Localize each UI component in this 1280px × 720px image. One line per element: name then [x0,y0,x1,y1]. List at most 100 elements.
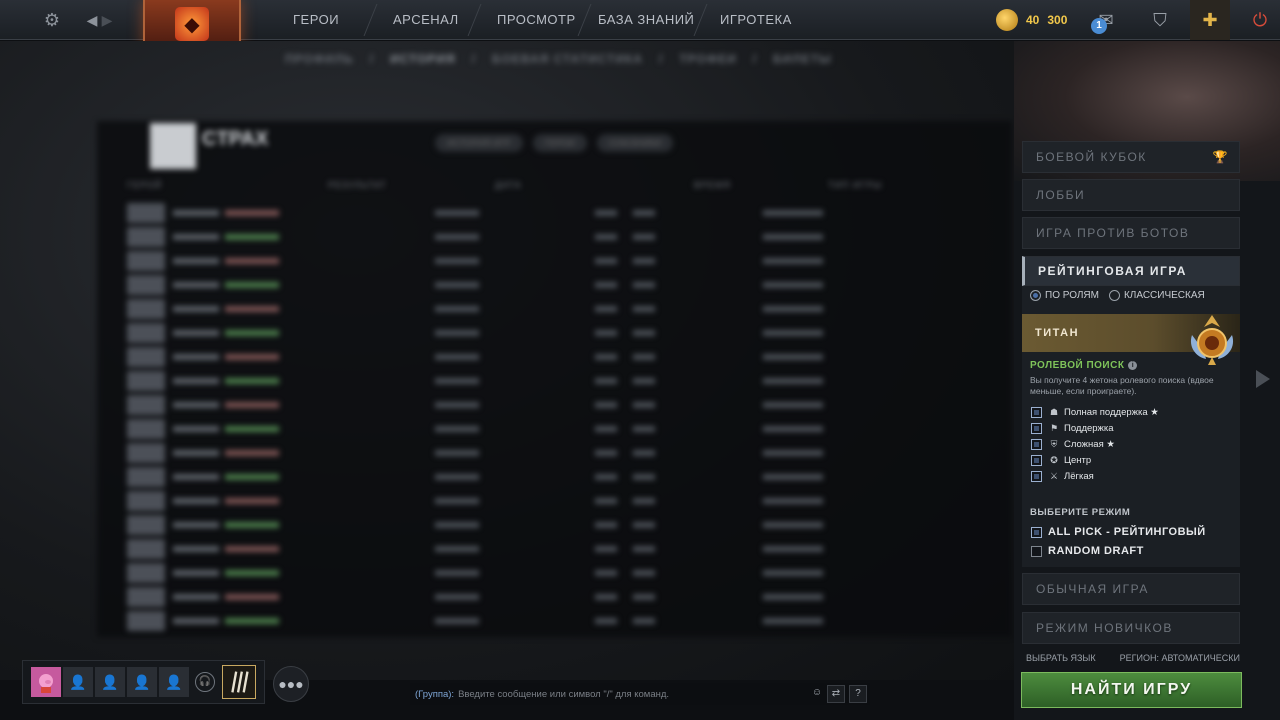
blurred-cell [435,450,479,456]
nav-arcade[interactable]: ИГРОТЕКА [720,0,792,40]
chat-bar[interactable]: (Группа): Введите сообщение или символ "… [410,683,870,705]
blurred-cell [173,426,219,432]
subnav-battle-stats[interactable]: БОЕВАЯ СТАТИСТИКА [492,52,643,66]
hero-thumbnail [127,443,165,463]
table-row[interactable] [127,299,1007,319]
role-checkbox[interactable] [1031,470,1042,482]
region-select-link[interactable]: РЕГИОН: АВТОМАТИЧЕСКИ [1120,653,1240,663]
party-slot-empty[interactable]: 👤 [63,667,93,697]
settings-gear-icon[interactable]: ⚙ [40,8,64,32]
profile-subnav: ПРОФИЛЬ / ИСТОРИЯ / БОЕВАЯ СТАТИСТИКА / … [285,52,832,66]
rank-tier-badge-icon[interactable] [222,665,256,699]
role-option[interactable]: ☗ Полная поддержка ★ [1031,405,1159,419]
party-group-icon[interactable]: ●●● [273,666,309,702]
blurred-cell [633,258,655,264]
role-checkbox[interactable] [1031,454,1042,466]
subnav-trophies[interactable]: ТРОФЕИ [679,52,736,66]
voice-headset-icon[interactable]: 🎧 [195,672,215,692]
power-exit-icon[interactable]: ⏻ [1240,0,1280,40]
emoji-smiley-icon[interactable]: ☺ [808,685,826,703]
hero-thumbnail [127,275,165,295]
mode-ranked[interactable]: РЕЙТИНГОВАЯ ИГРА [1022,256,1240,286]
table-row[interactable] [127,491,1007,511]
table-row[interactable] [127,395,1007,415]
role-checkbox[interactable] [1031,406,1042,418]
role-option[interactable]: ⚔ Лёгкая [1031,469,1094,483]
armory-shield-icon[interactable]: ⛉ [1140,0,1180,40]
tab-allies[interactable]: СОЮЗНИКИ [596,134,674,152]
subnav-history[interactable]: ИСТОРИЯ [390,52,456,66]
column-header-hero: ГЕРОЙ [127,180,163,190]
table-row[interactable] [127,419,1007,439]
find-game-button[interactable]: НАЙТИ ИГРУ [1021,672,1242,708]
role-option[interactable]: ⛨ Сложная ★ [1031,437,1115,451]
subnav-profile[interactable]: ПРОФИЛЬ [285,52,354,66]
table-row[interactable] [127,371,1007,391]
table-row[interactable] [127,443,1007,463]
chat-channel-label[interactable]: (Группа): [415,689,454,700]
mode-unranked[interactable]: ОБЫЧНАЯ ИГРА [1022,573,1240,605]
role-option[interactable]: ✪ Центр [1031,453,1091,467]
table-row[interactable] [127,227,1007,247]
blurred-cell [633,234,655,240]
user-placeholder-icon: 👤 [101,673,119,690]
table-row[interactable] [127,515,1007,535]
table-row[interactable] [127,323,1007,343]
hero-thumbnail [127,395,165,415]
nav-heroes[interactable]: ГЕРОИ [293,0,339,40]
nav-arsenal[interactable]: АРСЕНАЛ [393,0,459,40]
game-mode-option[interactable]: RANDOM DRAFT [1031,544,1144,558]
table-row[interactable] [127,467,1007,487]
radio-roles[interactable] [1030,290,1041,301]
party-slot-empty[interactable]: 👤 [159,667,189,697]
mode-bots[interactable]: ИГРА ПРОТИВ БОТОВ [1022,217,1240,249]
info-icon[interactable]: i [1128,361,1138,370]
table-row[interactable] [127,587,1007,607]
hero-thumbnail [127,491,165,511]
blurred-cell [763,306,823,312]
mode-battle-cup[interactable]: БОЕВОЙ КУБОК 🏆 [1022,141,1240,173]
table-row[interactable] [127,251,1007,271]
mode-lobby[interactable]: ЛОББИ [1022,179,1240,211]
nav-knowledge-base[interactable]: БАЗА ЗНАНИЙ [598,0,694,40]
table-row[interactable] [127,203,1007,223]
table-row[interactable] [127,347,1007,367]
blurred-cell [173,330,219,336]
radio-classic[interactable] [1108,290,1120,301]
blurred-cell [633,306,655,312]
role-option[interactable]: ⚑ Поддержка [1031,421,1114,435]
table-row[interactable] [127,563,1007,583]
table-row[interactable] [127,539,1007,559]
blurred-cell [633,546,655,552]
subnav-separator: / [471,52,477,66]
nav-separator [467,4,482,36]
table-row[interactable] [127,275,1007,295]
expand-panel-arrow-icon[interactable] [1256,370,1270,388]
game-mode-option[interactable]: ALL PICK - РЕЙТИНГОВЫЙ [1031,525,1206,539]
blurred-cell [595,282,617,288]
forward-arrow-icon[interactable]: ▶ [95,8,119,32]
column-header-result: РЕЗУЛЬТАТ [328,180,387,190]
plus-subscription-icon[interactable]: ✚ [1190,0,1230,40]
mode-checkbox[interactable] [1031,545,1042,557]
currency-display[interactable]: 40 300 [996,9,1067,31]
chat-help-icon[interactable]: ? [849,685,867,703]
role-search-title-text: РОЛЕВОЙ ПОИСК [1030,360,1125,371]
role-checkbox[interactable] [1031,422,1042,434]
table-row[interactable] [127,611,1007,631]
chat-translate-icon[interactable]: ⇄ [827,685,845,703]
mode-newbie[interactable]: РЕЖИМ НОВИЧКОВ [1022,612,1240,644]
nav-watch[interactable]: ПРОСМОТР [497,0,576,40]
select-language-link[interactable]: ВЫБРАТЬ ЯЗЫК [1026,653,1096,663]
blurred-cell [225,426,279,432]
tab-heroes[interactable]: ГЕРОИ [532,134,587,152]
party-slot-empty[interactable]: 👤 [127,667,157,697]
tab-match-history[interactable]: ИСТОРИЯ ИГР [435,134,523,152]
subnav-tickets[interactable]: БИЛЕТЫ [773,52,832,66]
role-checkbox[interactable] [1031,438,1042,450]
party-slot-self-avatar[interactable] [31,667,61,697]
mode-checkbox[interactable] [1031,526,1042,538]
blurred-cell [435,522,479,528]
hero-thumbnail [127,227,165,247]
party-slot-empty[interactable]: 👤 [95,667,125,697]
